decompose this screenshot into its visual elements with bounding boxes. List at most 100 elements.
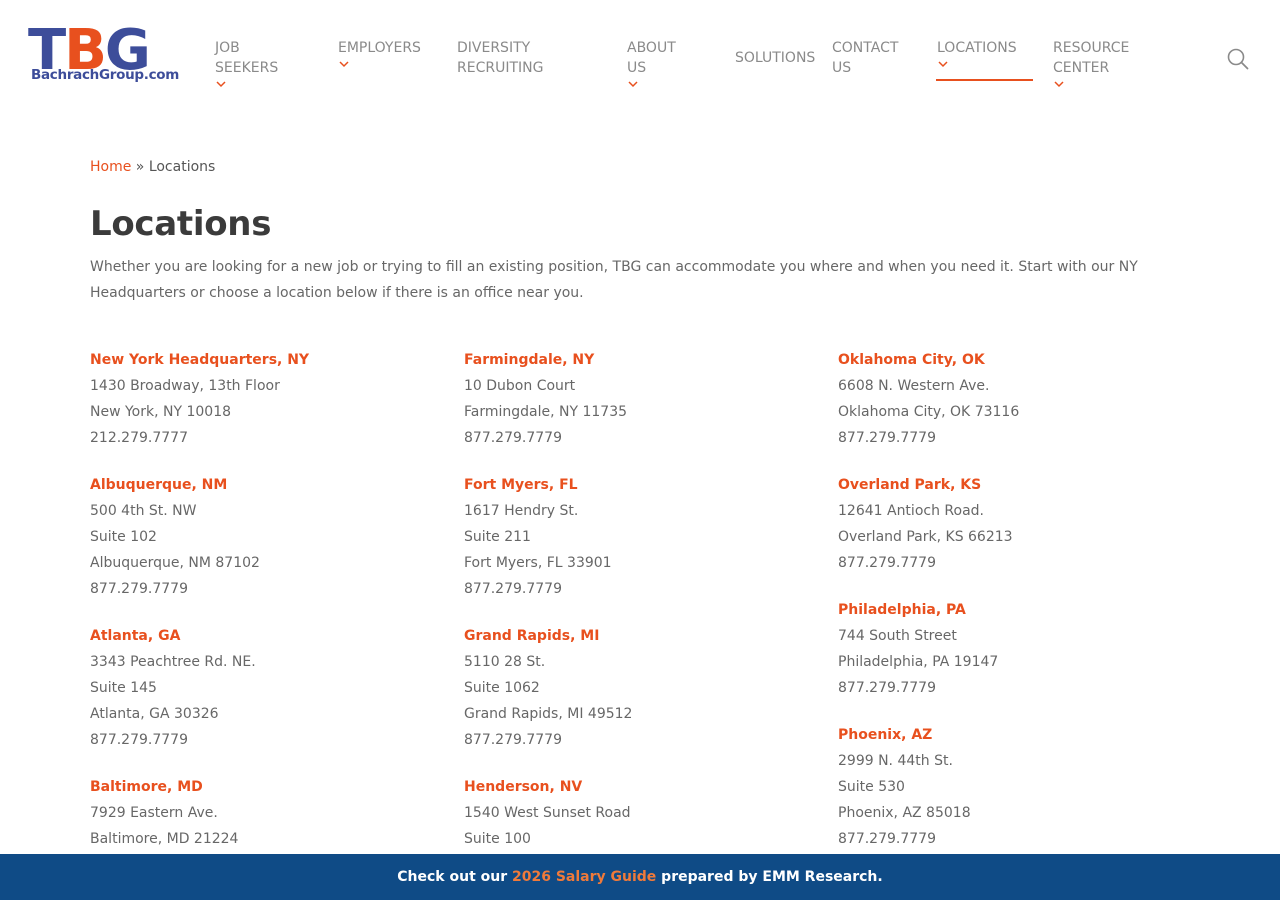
location-name-link[interactable]: Fort Myers, FL [464,472,824,498]
location-detail-line: Suite 211 [464,529,531,545]
logo-url-text: BachrachGroup.com [31,67,180,83]
page-title: Locations [90,204,272,244]
location-detail-line: Baltimore, MD 21224 [90,831,239,847]
site-header: TBG BachrachGroup.com JOB SEEKERS EMPLOY… [0,0,1280,115]
breadcrumb: Home » Locations [90,159,215,175]
location-item: Overland Park, KS 12641 Antioch Road. Over… [838,472,1198,576]
location-detail-line: 5110 28 St. [464,654,546,670]
location-detail-line: New York, NY 10018 [90,404,232,420]
location-detail-line: Philadelphia, PA 19147 [838,654,999,670]
breadcrumb-home-link[interactable]: Home [90,159,131,175]
location-detail-line: 1430 Broadway, 13th Floor [90,378,280,394]
location-detail-line: Grand Rapids, MI 49512 [464,706,633,722]
location-detail-line: Suite 100 [464,831,531,847]
locations-column-2: Farmingdale, NY 10 Dubon Court Farmingdale… [464,347,824,873]
nav-label: JOB SEEKERS [215,40,279,76]
location-name-link[interactable]: New York Headquarters, NY [90,347,450,373]
location-item: Philadelphia, PA 744 South Street Philadel… [838,597,1198,701]
location-name-link[interactable]: Grand Rapids, MI [464,623,824,649]
location-detail-line: 877.279.7779 [838,555,936,571]
location-detail-line: Fort Myers, FL 33901 [464,555,612,571]
nav-label: DIVERSITY RECRUITING [457,40,544,76]
nav-label: EMPLOYERS [338,40,421,56]
locations-column-1: New York Headquarters, NY 1430 Broadway, … [90,347,450,873]
nav-item-job-seekers[interactable]: JOB SEEKERS [215,38,278,92]
chevron-down-icon [338,58,352,72]
nav-label: RESOURCE CENTER [1053,40,1130,76]
location-item: Fort Myers, FL 1617 Hendry St. Suite 211 Fo… [464,472,824,602]
location-detail-line: 877.279.7779 [838,831,936,847]
location-name-link[interactable]: Oklahoma City, OK [838,347,1198,373]
chevron-down-icon [627,78,641,92]
location-name-link[interactable]: Henderson, NV [464,774,824,800]
location-name-link[interactable]: Philadelphia, PA [838,597,1198,623]
nav-item-solutions[interactable]: SOLUTIONS [735,48,815,68]
location-name-link[interactable]: Albuquerque, NM [90,472,450,498]
nav-item-employers[interactable]: EMPLOYERS [338,38,421,72]
location-detail-line: 877.279.7779 [90,732,188,748]
nav-item-resource-center[interactable]: RESOURCE CENTER [1053,38,1129,92]
search-icon[interactable] [1226,47,1250,71]
location-name-link[interactable]: Atlanta, GA [90,623,450,649]
location-item: Henderson, NV 1540 West Sunset Road Suite … [464,774,824,852]
location-item: Atlanta, GA 3343 Peachtree Rd. NE. Suite 1… [90,623,450,753]
location-detail-line: 500 4th St. NW [90,503,197,519]
nav-label: SOLUTIONS [735,50,816,66]
breadcrumb-current: Locations [148,159,216,175]
breadcrumb-separator: » [131,159,149,175]
locations-column-3: Oklahoma City, OK 6608 N. Western Ave. Okl… [838,347,1198,873]
chevron-down-icon [215,78,229,92]
location-item: Oklahoma City, OK 6608 N. Western Ave. Okl… [838,347,1198,451]
location-detail-line: 6608 N. Western Ave. [838,378,990,394]
location-item: Baltimore, MD 7929 Eastern Ave. Baltimore,… [90,774,450,852]
location-detail-line: Overland Park, KS 66213 [838,529,1013,545]
location-detail-line: Albuquerque, NM 87102 [90,555,260,571]
intro-text: Whether you are looking for a new job or… [90,259,1138,301]
location-detail-line: 212.279.7777 [90,430,188,446]
location-item: Farmingdale, NY 10 Dubon Court Farmingdale… [464,347,824,451]
location-detail-line: Suite 145 [90,680,157,696]
nav-item-diversity-recruiting[interactable]: DIVERSITY RECRUITING [457,38,567,78]
location-detail-line: 2999 N. 44th St. [838,753,953,769]
location-detail-line: Oklahoma City, OK 73116 [838,404,1020,420]
location-name-link[interactable]: Farmingdale, NY [464,347,824,373]
location-detail-line: Suite 530 [838,779,905,795]
location-name-link[interactable]: Baltimore, MD [90,774,450,800]
location-detail-line: Atlanta, GA 30326 [90,706,219,722]
location-detail-line: 7929 Eastern Ave. [90,805,218,821]
nav-item-about-us[interactable]: ABOUT US [627,38,676,92]
location-detail-line: Suite 1062 [464,680,540,696]
nav-label: LOCATIONS [937,40,1017,56]
banner-suffix: prepared by EMM Research. [656,869,883,885]
location-detail-line: 10 Dubon Court [464,378,576,394]
location-detail-line: 877.279.7779 [464,732,562,748]
nav-item-locations[interactable]: LOCATIONS [937,38,1017,72]
nav-label: ABOUT US [627,40,676,76]
tbg-logo[interactable]: TBG BachrachGroup.com [28,23,182,88]
location-detail-line: 877.279.7779 [90,581,188,597]
nav-label: CONTACT US [832,40,899,76]
location-detail-line: Farmingdale, NY 11735 [464,404,628,420]
chevron-down-icon [937,58,951,72]
location-detail-line: Phoenix, AZ 85018 [838,805,971,821]
location-item: New York Headquarters, NY 1430 Broadway, … [90,347,450,451]
location-detail-line: 1617 Hendry St. [464,503,579,519]
location-item: Phoenix, AZ 2999 N. 44th St. Suite 530 Phoe… [838,722,1198,852]
location-detail-line: 12641 Antioch Road. [838,503,984,519]
location-detail-line: Suite 102 [90,529,157,545]
active-nav-underline [936,79,1033,81]
location-detail-line: 3343 Peachtree Rd. NE. [90,654,256,670]
location-item: Grand Rapids, MI 5110 28 St. Suite 1062 Gra… [464,623,824,753]
chevron-down-icon [1053,78,1067,92]
location-detail-line: 877.279.7779 [464,581,562,597]
salary-guide-link[interactable]: 2026 Salary Guide [512,869,656,885]
location-name-link[interactable]: Overland Park, KS [838,472,1198,498]
location-name-link[interactable]: Phoenix, AZ [838,722,1198,748]
salary-guide-banner: Check out our 2026 Salary Guide prepared… [0,854,1280,900]
location-detail-line: 744 South Street [838,628,957,644]
nav-item-contact-us[interactable]: CONTACT US [832,38,912,78]
location-detail-line: 1540 West Sunset Road [464,805,631,821]
banner-prefix: Check out our [397,869,512,885]
location-detail-line: 877.279.7779 [464,430,562,446]
location-item: Albuquerque, NM 500 4th St. NW Suite 102 Al… [90,472,450,602]
